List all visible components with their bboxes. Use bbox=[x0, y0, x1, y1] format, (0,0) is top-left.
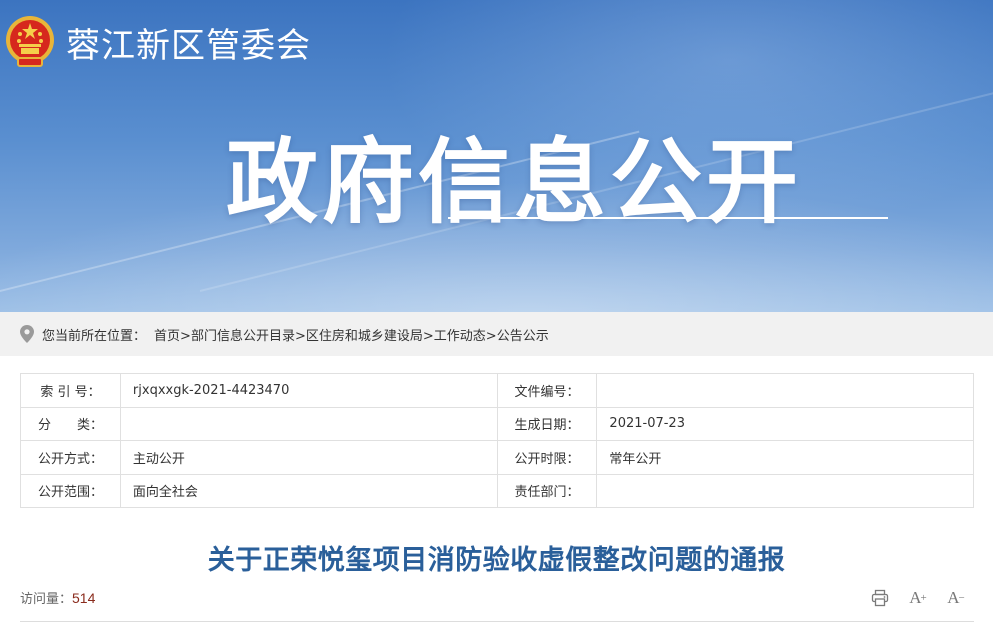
breadcrumb-directory[interactable]: 部门信息公开目录 bbox=[191, 329, 295, 344]
printer-icon bbox=[871, 589, 889, 607]
breadcrumb: 您当前所在位置： 首页>部门信息公开目录>区住房和城乡建设局>工作动态>公告公示 bbox=[0, 312, 993, 356]
disclosure-scope-label: 公开范围： bbox=[20, 473, 121, 508]
breadcrumb-separator: > bbox=[485, 328, 497, 344]
view-count-number: 514 bbox=[72, 590, 96, 606]
info-row: 索 引 号： rjxqxxgk-2021-4423470 文件编号： bbox=[20, 373, 974, 408]
info-row: 公开范围： 面向全社会 责任部门： bbox=[20, 473, 974, 508]
national-emblem-icon[interactable] bbox=[4, 14, 56, 70]
site-name[interactable]: 蓉江新区管委会 bbox=[66, 18, 311, 67]
breadcrumb-work-news[interactable]: 工作动态 bbox=[434, 329, 486, 344]
font-shrink-minus: − bbox=[958, 592, 965, 604]
breadcrumb-announcements[interactable]: 公告公示 bbox=[497, 329, 549, 344]
document-number-label: 文件编号： bbox=[496, 373, 598, 408]
breadcrumb-prefix: 您当前所在位置： bbox=[42, 328, 147, 344]
index-number-value: rjxqxxgk-2021-4423470 bbox=[119, 373, 498, 408]
disclosure-method-value: 主动公开 bbox=[119, 440, 498, 475]
location-pin-icon bbox=[20, 325, 34, 343]
breadcrumb-separator: > bbox=[180, 328, 191, 344]
disclosure-scope-value: 面向全社会 bbox=[119, 473, 498, 508]
created-date-value: 2021-07-23 bbox=[596, 406, 974, 441]
header-banner: 蓉江新区管委会 政府信息公开 bbox=[0, 0, 993, 312]
divider bbox=[20, 621, 974, 622]
disclosure-method-label: 公开方式： bbox=[20, 440, 121, 475]
created-date-label: 生成日期： bbox=[496, 406, 598, 441]
index-number-label: 索 引 号： bbox=[20, 373, 121, 408]
breadcrumb-separator: > bbox=[294, 328, 306, 344]
article-title: 关于正荣悦玺项目消防验收虚假整改问题的通报 bbox=[207, 545, 786, 576]
view-count: 访问量：514 bbox=[20, 588, 95, 607]
category-label: 分 类： bbox=[20, 406, 121, 441]
print-button[interactable] bbox=[869, 587, 891, 609]
document-number-value bbox=[596, 373, 974, 408]
info-table: 索 引 号： rjxqxxgk-2021-4423470 文件编号： 分 类： … bbox=[20, 373, 974, 508]
info-row: 公开方式： 主动公开 公开时限： 常年公开 bbox=[20, 440, 974, 475]
disclosure-period-label: 公开时限： bbox=[496, 440, 598, 475]
article-tools: A + A − bbox=[869, 587, 967, 609]
hero-underline bbox=[448, 217, 888, 219]
hero-title: 政府信息公开 bbox=[226, 129, 803, 236]
breadcrumb-bureau[interactable]: 区住房和城乡建设局 bbox=[306, 329, 423, 344]
category-value bbox=[119, 406, 498, 441]
font-enlarge-plus: + bbox=[920, 592, 927, 604]
font-enlarge-button[interactable]: A + bbox=[907, 587, 929, 609]
disclosure-period-value: 常年公开 bbox=[596, 440, 974, 475]
view-count-label: 访问量： bbox=[20, 592, 73, 607]
responsible-dept-value bbox=[596, 473, 974, 508]
info-row: 分 类： 生成日期： 2021-07-23 bbox=[20, 406, 974, 441]
breadcrumb-home[interactable]: 首页 bbox=[154, 329, 180, 344]
font-shrink-button[interactable]: A − bbox=[945, 587, 967, 609]
breadcrumb-separator: > bbox=[422, 328, 434, 344]
responsible-dept-label: 责任部门： bbox=[496, 473, 598, 508]
